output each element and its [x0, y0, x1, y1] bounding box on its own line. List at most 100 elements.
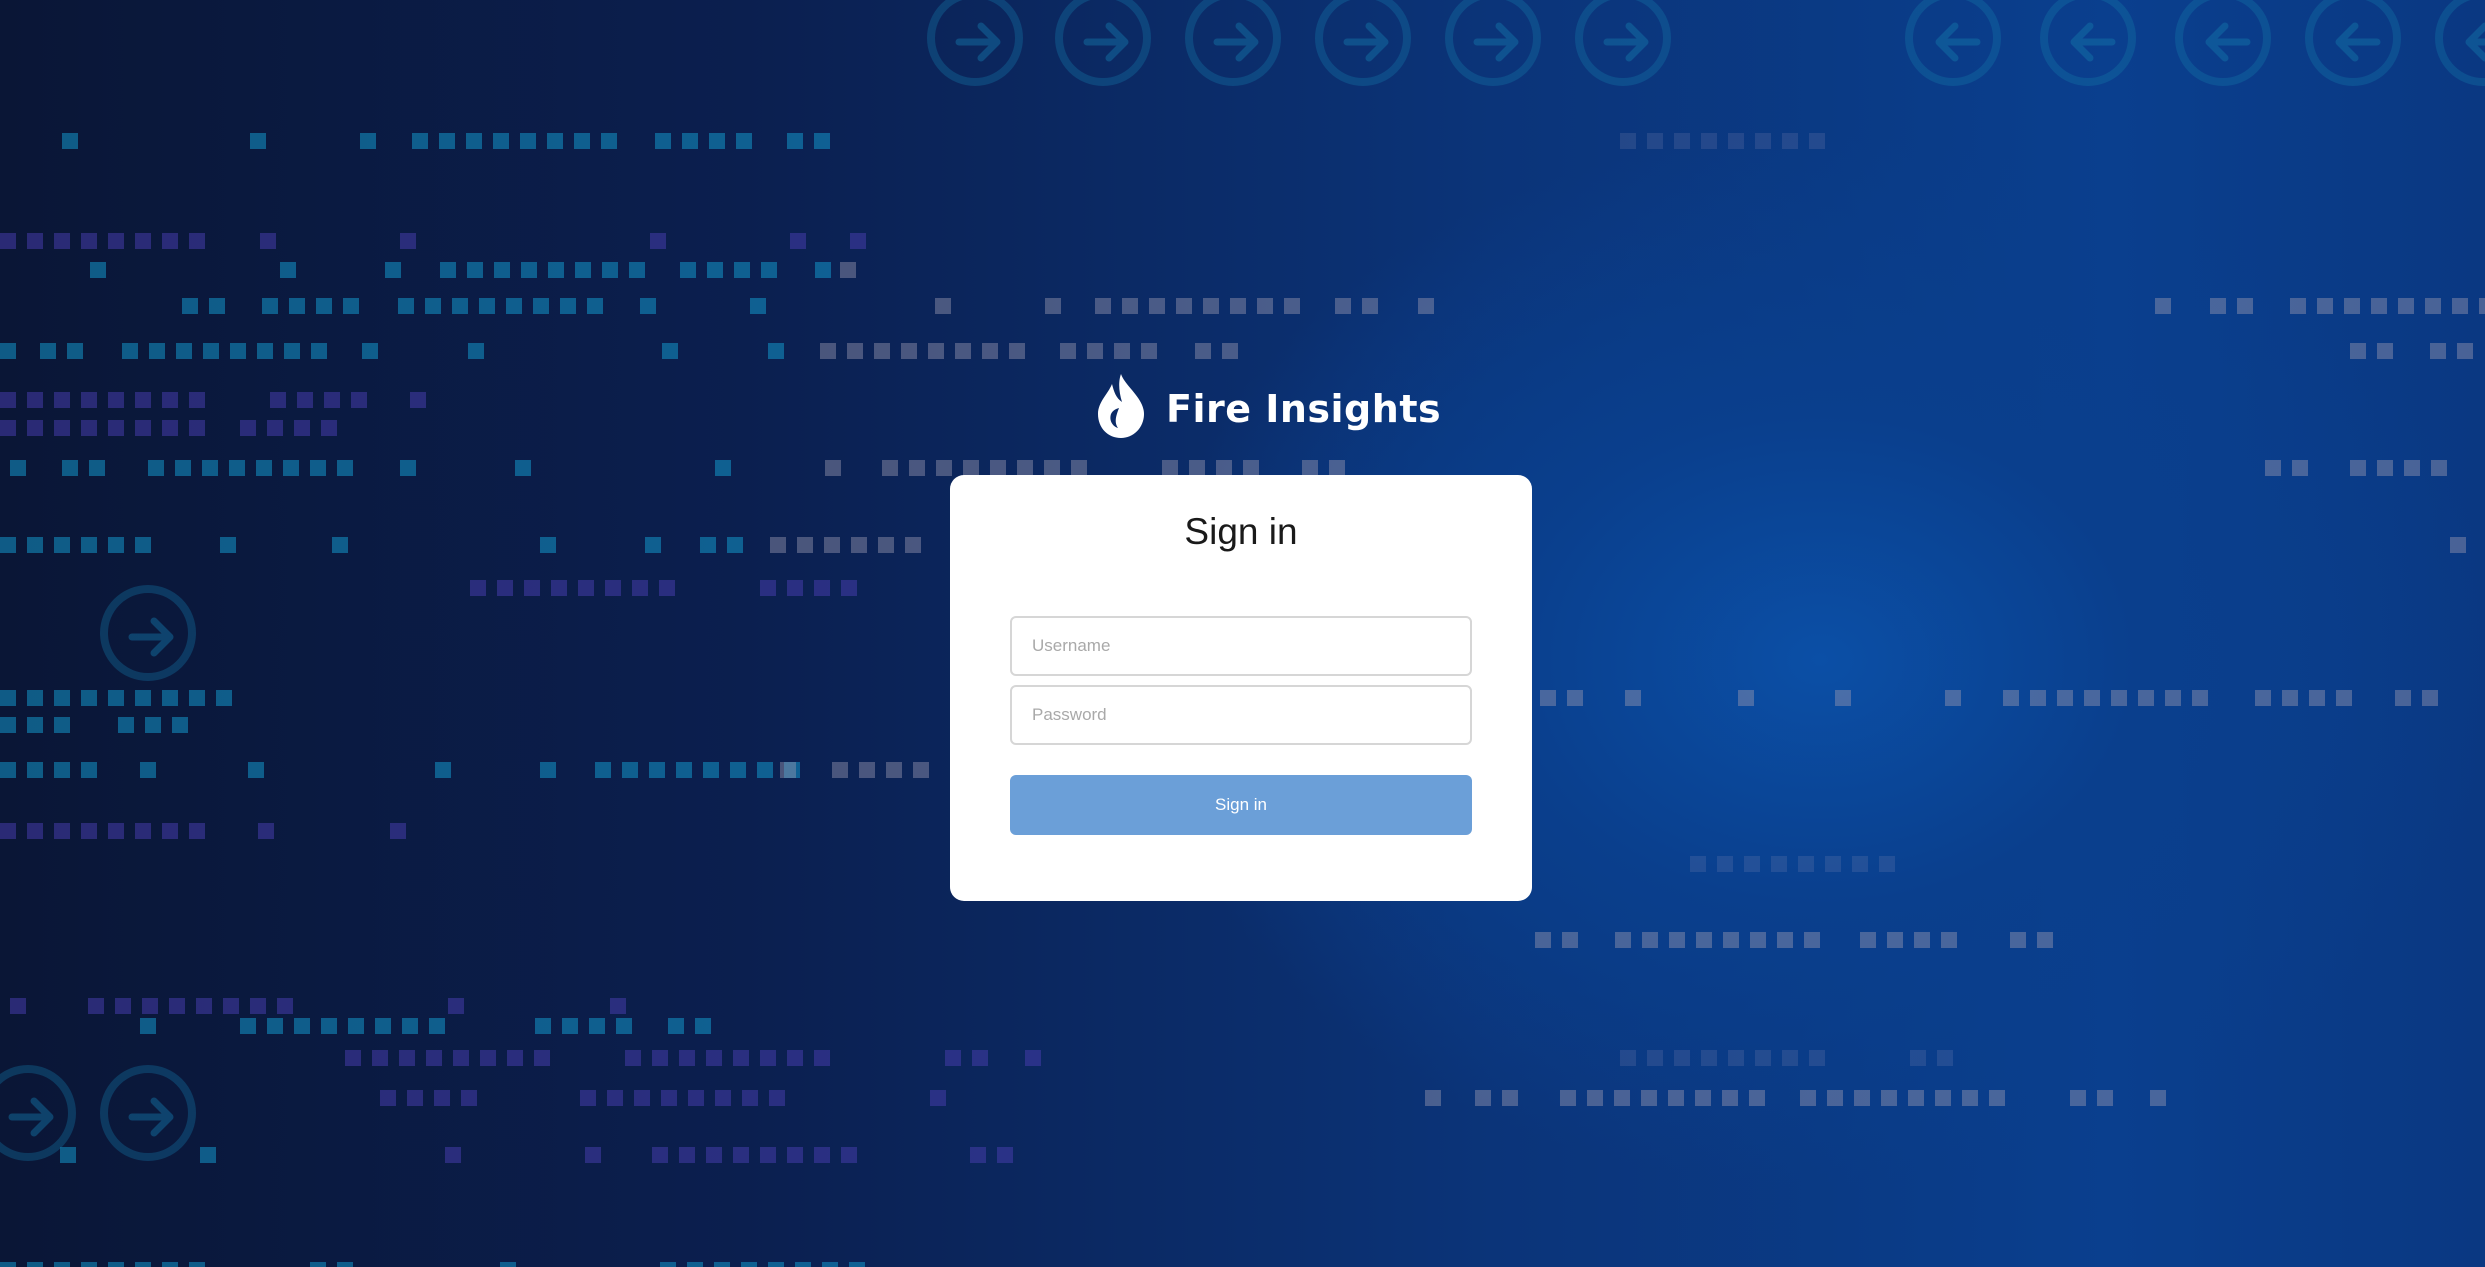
background-square: [841, 1147, 857, 1163]
background-square: [1744, 856, 1760, 872]
background-square: [1647, 133, 1663, 149]
arrow-circle-icon: [2435, 0, 2485, 86]
background-square: [963, 460, 979, 476]
background-square: [1149, 298, 1165, 314]
background-square: [311, 343, 327, 359]
background-square: [1696, 932, 1712, 948]
background-square: [790, 233, 806, 249]
arrow-circle-icon: [927, 0, 1023, 86]
background-square: [277, 998, 293, 1014]
background-square: [260, 233, 276, 249]
background-square: [267, 420, 283, 436]
background-square: [2150, 1090, 2166, 1106]
background-square: [1935, 1090, 1951, 1106]
background-square: [770, 537, 786, 553]
background-square: [742, 1090, 758, 1106]
background-square: [148, 460, 164, 476]
background-square: [467, 262, 483, 278]
background-square: [189, 690, 205, 706]
background-square: [470, 580, 486, 596]
background-square: [687, 1262, 703, 1267]
background-square: [632, 580, 648, 596]
background-square: [375, 1018, 391, 1034]
background-square: [945, 1050, 961, 1066]
username-field[interactable]: [1010, 616, 1472, 676]
background-square: [297, 392, 313, 408]
background-square: [2138, 690, 2154, 706]
background-square: [1017, 460, 1033, 476]
background-square: [825, 460, 841, 476]
background-square: [936, 460, 952, 476]
background-square: [1695, 1090, 1711, 1106]
background-square: [372, 1050, 388, 1066]
background-square: [650, 233, 666, 249]
background-square: [1615, 932, 1631, 948]
background-square: [332, 537, 348, 553]
background-square: [733, 1147, 749, 1163]
background-square: [680, 262, 696, 278]
background-square: [493, 133, 509, 149]
background-square: [2309, 690, 2325, 706]
sign-in-button[interactable]: Sign in: [1010, 775, 1472, 835]
background-square: [2237, 298, 2253, 314]
background-square: [905, 537, 921, 553]
background-square: [216, 690, 232, 706]
background-square: [189, 392, 205, 408]
background-square: [1669, 932, 1685, 948]
background-square: [1540, 690, 1556, 706]
background-square: [1755, 1050, 1771, 1066]
background-square: [1647, 1050, 1663, 1066]
background-square: [928, 343, 944, 359]
background-square: [410, 392, 426, 408]
background-square: [257, 343, 273, 359]
background-square: [81, 392, 97, 408]
background-square: [587, 298, 603, 314]
background-square: [494, 262, 510, 278]
background-square: [189, 233, 205, 249]
password-field[interactable]: [1010, 685, 1472, 745]
background-square: [10, 460, 26, 476]
background-square: [54, 717, 70, 733]
background-square: [1302, 460, 1318, 476]
background-square: [1668, 1090, 1684, 1106]
background-square: [814, 133, 830, 149]
background-square: [715, 460, 731, 476]
background-square: [610, 998, 626, 1014]
background-square: [412, 133, 428, 149]
background-square: [182, 298, 198, 314]
background-square: [2336, 690, 2352, 706]
background-square: [706, 1050, 722, 1066]
background-square: [1749, 1090, 1765, 1106]
background-square: [547, 133, 563, 149]
background-square: [479, 298, 495, 314]
background-square: [602, 262, 618, 278]
background-square: [551, 580, 567, 596]
background-square: [88, 998, 104, 1014]
background-square: [540, 762, 556, 778]
background-square: [640, 298, 656, 314]
background-square: [1945, 690, 1961, 706]
background-square: [2111, 690, 2127, 706]
background-square: [108, 420, 124, 436]
background-square: [2317, 298, 2333, 314]
background-square: [54, 392, 70, 408]
arrow-circle-icon: [2040, 0, 2136, 86]
background-square: [324, 392, 340, 408]
background-square: [1879, 856, 1895, 872]
background-square: [27, 233, 43, 249]
background-square: [400, 233, 416, 249]
background-square: [2192, 690, 2208, 706]
background-square: [337, 460, 353, 476]
background-square: [736, 133, 752, 149]
background-square: [682, 133, 698, 149]
background-square: [229, 460, 245, 476]
background-square: [196, 998, 212, 1014]
background-square: [1777, 932, 1793, 948]
background-square: [707, 262, 723, 278]
background-square: [695, 1018, 711, 1034]
sign-in-card: Sign in Sign in: [950, 475, 1532, 901]
background-square: [1701, 133, 1717, 149]
background-square: [2030, 690, 2046, 706]
background-square: [175, 460, 191, 476]
background-square: [997, 1147, 1013, 1163]
